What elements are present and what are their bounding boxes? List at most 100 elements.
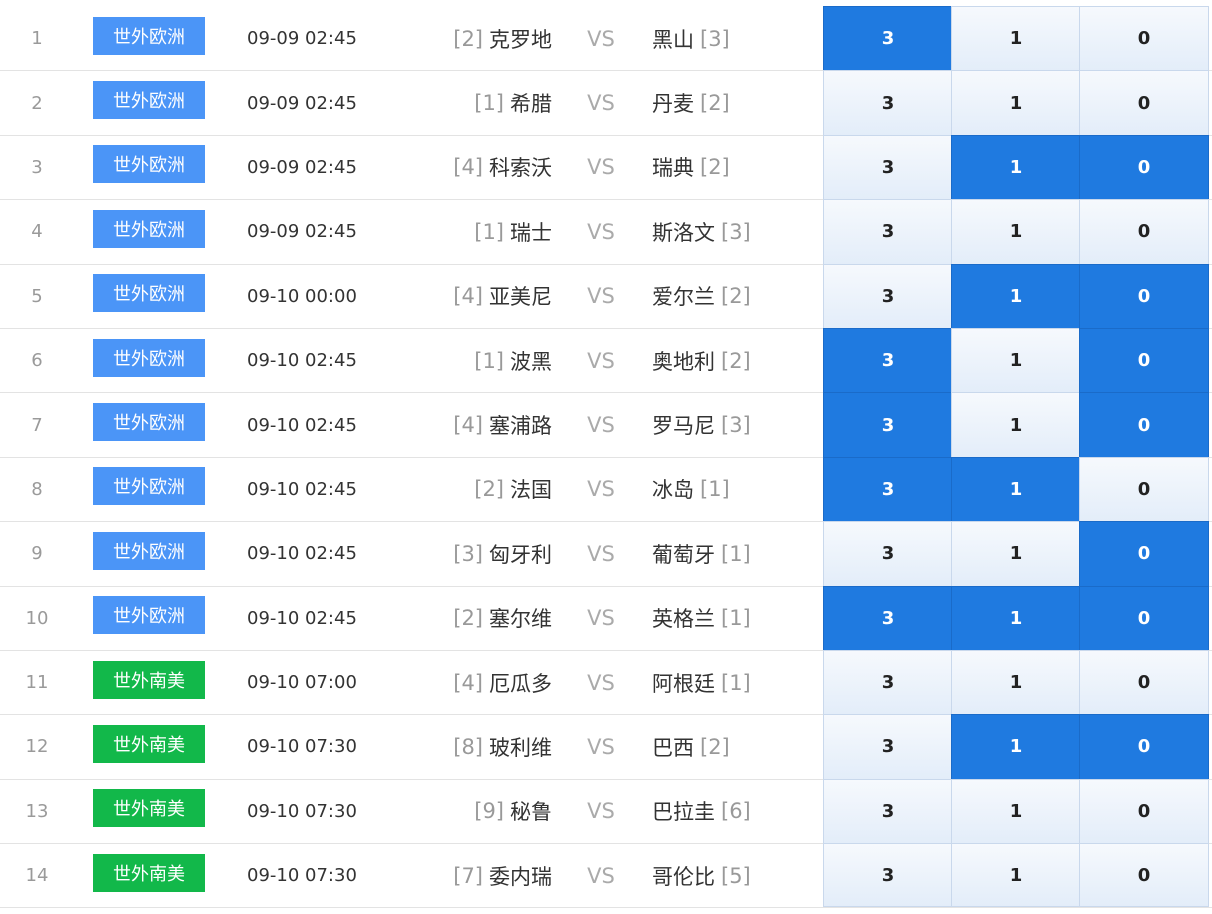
- option-win-button[interactable]: 3: [823, 6, 952, 71]
- match-number: 3: [31, 156, 43, 178]
- away-team: 黑山 [3]: [652, 7, 812, 70]
- vs-label: VS: [587, 670, 615, 695]
- league-badge[interactable]: 世外欧洲: [93, 145, 205, 184]
- home-rank: [2]: [474, 477, 504, 502]
- away-rank: [1]: [721, 541, 751, 566]
- away-rank: [2]: [721, 348, 751, 373]
- table-row: 10 世外欧洲 09-10 02:45 [2] 塞尔维 VS 英格兰 [1] 3 1…: [0, 585, 1212, 651]
- option-win-button[interactable]: 3: [823, 70, 952, 135]
- match-number: 13: [25, 800, 49, 822]
- match-number: 6: [31, 350, 43, 372]
- league-badge[interactable]: 世外欧洲: [93, 338, 205, 377]
- option-win-button[interactable]: 3: [823, 843, 952, 908]
- league-badge[interactable]: 世外欧洲: [93, 16, 205, 55]
- option-win-button[interactable]: 3: [823, 263, 952, 328]
- option-draw-button[interactable]: 1: [951, 778, 1080, 844]
- away-team: 丹麦 [2]: [652, 71, 812, 134]
- away-team-name: 阿根廷: [652, 671, 715, 696]
- option-win-button[interactable]: 3: [823, 392, 952, 457]
- match-number: 9: [31, 543, 43, 565]
- away-team-name: 英格兰: [652, 607, 715, 632]
- option-draw-button[interactable]: 1: [951, 521, 1080, 586]
- home-team: [1] 波黑: [400, 329, 552, 392]
- league-badge[interactable]: 世外南美: [93, 724, 205, 763]
- option-win-button[interactable]: 3: [823, 585, 952, 650]
- option-draw-button[interactable]: 1: [951, 649, 1080, 715]
- option-lose-button[interactable]: 0: [1079, 456, 1209, 522]
- option-win-button[interactable]: 3: [823, 456, 952, 522]
- option-win-button[interactable]: 3: [823, 714, 952, 779]
- league-badge[interactable]: 世外南美: [93, 789, 205, 828]
- option-lose-button[interactable]: 0: [1079, 199, 1209, 264]
- option-draw-button[interactable]: 1: [951, 714, 1080, 779]
- league-badge[interactable]: 世外欧洲: [93, 467, 205, 506]
- league-cell: 世外南美: [93, 844, 205, 907]
- option-lose-button[interactable]: 0: [1079, 778, 1209, 844]
- option-draw-button[interactable]: 1: [951, 263, 1080, 328]
- option-lose-button[interactable]: 0: [1079, 843, 1209, 908]
- league-badge[interactable]: 世外南美: [93, 853, 205, 892]
- away-team-name: 黑山: [652, 27, 694, 52]
- away-rank: [2]: [700, 734, 730, 759]
- away-team: 阿根廷 [1]: [652, 651, 812, 714]
- option-lose-button[interactable]: 0: [1079, 521, 1209, 586]
- option-lose-button[interactable]: 0: [1079, 6, 1209, 71]
- home-team: [7] 委内瑞: [400, 844, 552, 907]
- option-draw-button[interactable]: 1: [951, 199, 1080, 264]
- league-cell: 世外南美: [93, 780, 205, 843]
- away-team-name: 瑞典: [652, 156, 694, 181]
- table-row: 6 世外欧洲 09-10 02:45 [1] 波黑 VS 奥地利 [2] 3 1 0: [0, 327, 1212, 394]
- option-draw-button[interactable]: 1: [951, 6, 1080, 71]
- away-team-name: 斯洛文: [652, 220, 715, 245]
- league-badge[interactable]: 世外欧洲: [93, 209, 205, 248]
- match-number: 5: [31, 285, 43, 307]
- league-badge[interactable]: 世外欧洲: [93, 81, 205, 120]
- match-time: 09-10 02:45: [247, 607, 357, 629]
- away-team-name: 爱尔兰: [652, 285, 715, 310]
- option-win-button[interactable]: 3: [823, 327, 952, 393]
- league-badge[interactable]: 世外南美: [93, 660, 205, 699]
- option-lose-button[interactable]: 0: [1079, 649, 1209, 715]
- option-lose-button[interactable]: 0: [1079, 134, 1209, 200]
- vs-label: VS: [587, 734, 615, 759]
- option-win-button[interactable]: 3: [823, 521, 952, 586]
- home-team-name: 克罗地: [489, 27, 552, 52]
- away-team-name: 巴拉圭: [652, 800, 715, 825]
- option-win-button[interactable]: 3: [823, 134, 952, 200]
- league-badge[interactable]: 世外欧洲: [93, 596, 205, 635]
- home-team-name: 秘鲁: [510, 800, 552, 825]
- league-cell: 世外欧洲: [93, 329, 205, 392]
- table-row: 13 世外南美 09-10 07:30 [9] 秘鲁 VS 巴拉圭 [6] 3 1 …: [0, 778, 1212, 845]
- option-lose-button[interactable]: 0: [1079, 392, 1209, 457]
- home-rank: [4]: [453, 413, 483, 438]
- table-row: 14 世外南美 09-10 07:30 [7] 委内瑞 VS 哥伦比 [5] 3 1…: [0, 843, 1212, 909]
- option-lose-button[interactable]: 0: [1079, 585, 1209, 650]
- option-lose-button[interactable]: 0: [1079, 70, 1209, 135]
- option-draw-button[interactable]: 1: [951, 843, 1080, 908]
- match-time: 09-10 07:00: [247, 672, 357, 694]
- option-draw-button[interactable]: 1: [951, 392, 1080, 457]
- home-team: [8] 玻利维: [400, 715, 552, 778]
- option-win-button[interactable]: 3: [823, 778, 952, 844]
- home-team-name: 瑞士: [510, 220, 552, 245]
- match-time: 09-10 07:30: [247, 865, 357, 887]
- option-lose-button[interactable]: 0: [1079, 263, 1209, 328]
- option-lose-button[interactable]: 0: [1079, 714, 1209, 779]
- option-win-button[interactable]: 3: [823, 649, 952, 715]
- away-team-name: 冰岛: [652, 478, 694, 503]
- league-badge[interactable]: 世外欧洲: [93, 403, 205, 442]
- vs-label: VS: [587, 413, 615, 438]
- home-team-name: 法国: [510, 478, 552, 503]
- option-draw-button[interactable]: 1: [951, 327, 1080, 393]
- league-badge[interactable]: 世外欧洲: [93, 274, 205, 313]
- option-draw-button[interactable]: 1: [951, 134, 1080, 200]
- home-team-name: 亚美尼: [489, 285, 552, 310]
- option-lose-button[interactable]: 0: [1079, 327, 1209, 393]
- option-draw-button[interactable]: 1: [951, 70, 1080, 135]
- option-draw-button[interactable]: 1: [951, 456, 1080, 522]
- away-rank: [2]: [700, 155, 730, 180]
- league-badge[interactable]: 世外欧洲: [93, 531, 205, 570]
- match-time: 09-10 02:45: [247, 414, 357, 436]
- option-win-button[interactable]: 3: [823, 199, 952, 264]
- option-draw-button[interactable]: 1: [951, 585, 1080, 650]
